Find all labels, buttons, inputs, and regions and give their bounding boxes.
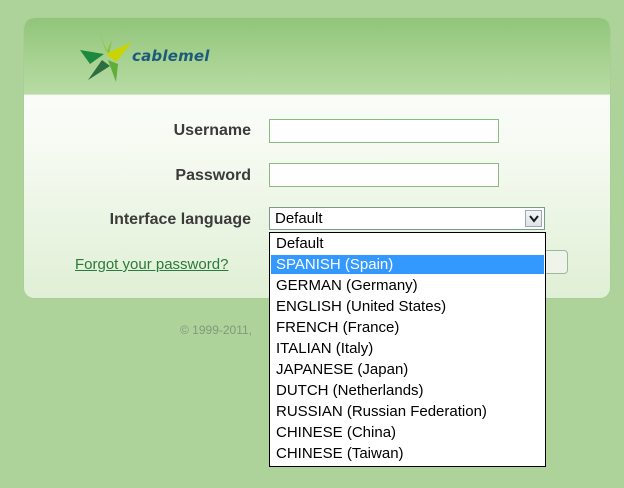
language-option[interactable]: Default	[271, 234, 544, 253]
language-option[interactable]: ENGLISH (United States)	[271, 297, 544, 316]
username-label: Username	[173, 122, 251, 139]
forgot-password-link[interactable]: Forgot your password?	[75, 256, 228, 273]
language-select[interactable]: Default	[269, 207, 545, 230]
password-input[interactable]	[269, 163, 499, 187]
language-dropdown-list[interactable]: Default SPANISH (Spain) GERMAN (Germany) EN…	[269, 232, 546, 467]
chevron-down-icon[interactable]	[525, 210, 542, 227]
language-option[interactable]: JAPANESE (Japan)	[271, 360, 544, 379]
language-option[interactable]: ITALIAN (Italy)	[271, 339, 544, 358]
cablemel-logo-icon	[80, 34, 132, 82]
card-header: cablemel	[24, 18, 610, 95]
language-option[interactable]: FRENCH (France)	[271, 318, 544, 337]
language-label: Interface language	[109, 211, 251, 228]
language-option[interactable]: CHINESE (Taiwan)	[271, 444, 544, 463]
password-label: Password	[175, 167, 251, 184]
username-input[interactable]	[269, 119, 499, 143]
language-select-value: Default	[275, 210, 323, 227]
language-option[interactable]: SPANISH (Spain)	[271, 255, 544, 274]
language-option[interactable]: CHINESE (China)	[271, 423, 544, 442]
copyright-text: © 1999-2011,	[180, 323, 253, 337]
language-option[interactable]: DUTCH (Netherlands)	[271, 381, 544, 400]
language-option[interactable]: RUSSIAN (Russian Federation)	[271, 402, 544, 421]
language-option[interactable]: GERMAN (Germany)	[271, 276, 544, 295]
brand-name: cablemel	[132, 47, 210, 65]
